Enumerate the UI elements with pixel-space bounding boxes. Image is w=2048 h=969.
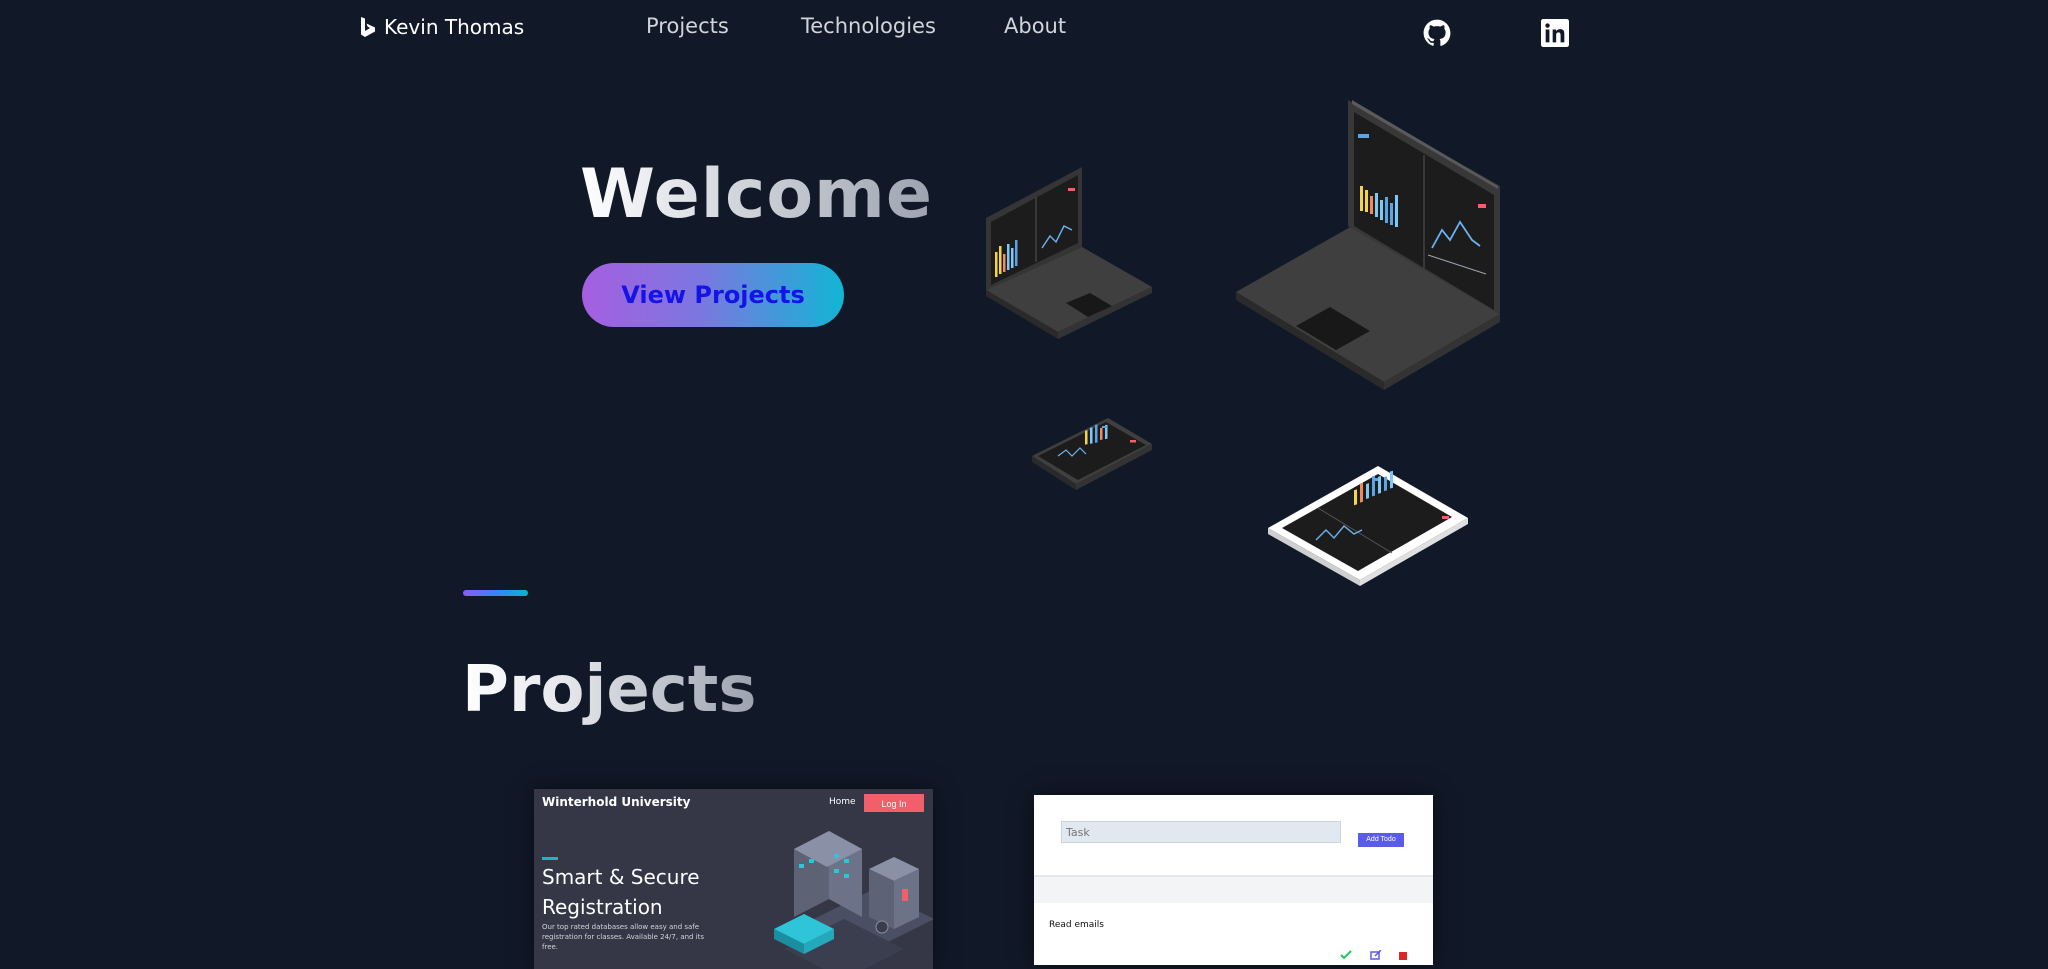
university-body-text: Our top rated databases allow easy and s… <box>542 923 705 951</box>
linkedin-icon <box>1541 19 1569 47</box>
hero-title: Welcome <box>580 150 933 240</box>
section-divider <box>463 590 528 596</box>
linkedin-link[interactable] <box>1541 19 1569 47</box>
large-laptop-image <box>1236 100 1500 390</box>
github-link[interactable] <box>1423 19 1451 47</box>
nav-link-technologies[interactable]: Technologies <box>801 12 936 40</box>
phone-image <box>1032 418 1152 490</box>
edit-icon <box>1370 950 1382 960</box>
project-card-university[interactable]: Winterhold University Home Log In Smart … <box>534 789 933 969</box>
todo-add-button: Add Todo <box>1358 833 1404 847</box>
university-accent-bar <box>542 857 558 860</box>
isometric-buildings-image <box>774 831 933 969</box>
bing-logo-icon <box>361 17 375 37</box>
university-login-button: Log In <box>864 794 924 812</box>
github-icon <box>1423 19 1451 46</box>
view-projects-button[interactable]: View Projects <box>582 263 844 327</box>
university-brand: Winterhold University <box>542 795 691 809</box>
small-laptop-image <box>986 167 1152 339</box>
university-headline: Smart & Secure Registration <box>542 865 700 919</box>
todo-task-input <box>1061 821 1341 843</box>
university-home-link: Home <box>829 797 856 807</box>
brand-link[interactable]: Kevin Thomas <box>358 12 524 42</box>
top-navigation: Kevin Thomas Projects Technologies About <box>0 0 2048 56</box>
projects-section-title: Projects <box>462 648 756 732</box>
brand-name: Kevin Thomas <box>384 15 525 39</box>
project-card-todo[interactable]: Add Todo Read emails <box>1034 795 1433 965</box>
tablet-image <box>1268 466 1468 586</box>
delete-icon <box>1399 952 1407 960</box>
devices-illustration <box>986 100 1500 586</box>
nav-link-projects[interactable]: Projects <box>646 12 729 40</box>
todo-item-text: Read emails <box>1049 920 1104 930</box>
nav-link-about[interactable]: About <box>1004 12 1066 40</box>
check-icon <box>1340 950 1352 960</box>
